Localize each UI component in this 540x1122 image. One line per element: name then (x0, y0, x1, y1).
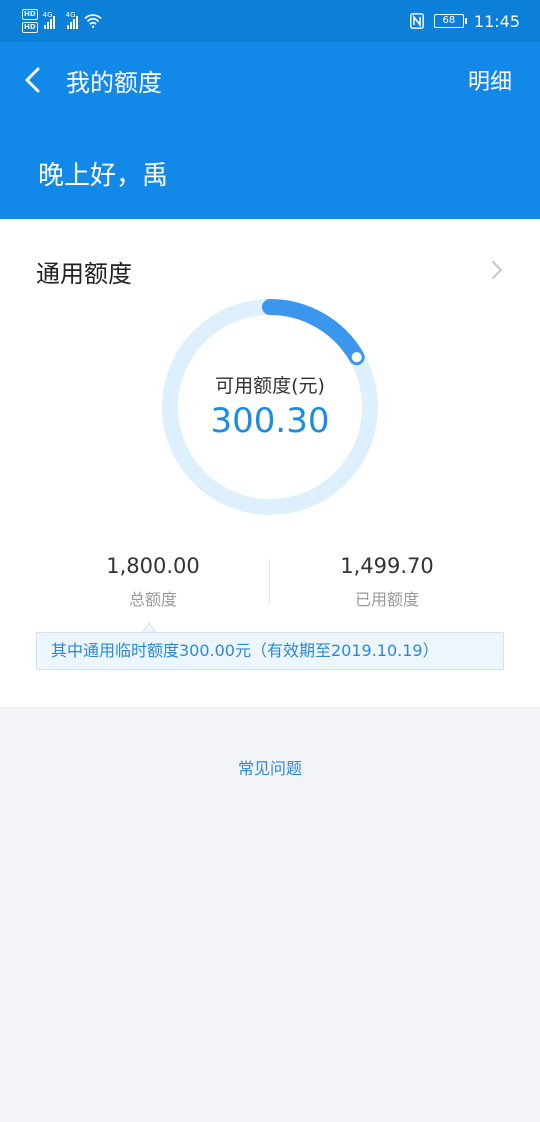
status-left: HD HD 4G 4G (22, 9, 102, 33)
card-title: 通用额度 (36, 260, 132, 288)
wifi-icon (84, 14, 102, 28)
ring-progress-arc (262, 299, 365, 366)
divider (269, 559, 270, 603)
network-type: 4G (42, 11, 53, 19)
quota-card: 通用额度 可用额度(元) 300.30 1,800.00 总额度 1,499.7… (0, 219, 540, 707)
status-right: 68 11:45 (409, 11, 520, 31)
used-quota-label: 已用额度 (354, 590, 419, 609)
ring-progress-dot (351, 352, 362, 363)
chevron-right-icon[interactable] (490, 259, 504, 281)
total-quota-value: 1,800.00 (106, 554, 200, 578)
back-arrow-icon[interactable] (22, 66, 44, 94)
header: 我的额度 明细 晚上好，禹 (0, 42, 540, 219)
available-quota-value: 300.30 (210, 401, 330, 441)
nfc-icon (409, 13, 424, 29)
used-quota-value: 1,499.70 (340, 554, 434, 578)
detail-button[interactable]: 明细 (468, 64, 512, 96)
hd-badge: HD (22, 22, 38, 33)
available-quota-label: 可用额度(元) (215, 375, 325, 397)
temporary-quota-notice: 其中通用临时额度300.00元（有效期至2019.10.19） (36, 632, 504, 670)
signal-icon: 4G (65, 11, 78, 29)
greeting-text: 晚上好，禹 (38, 161, 169, 191)
nav-bar: 我的额度 明细 (0, 42, 540, 118)
status-bar: HD HD 4G 4G 68 11:45 (0, 0, 540, 42)
faq-link[interactable]: 常见问题 (0, 755, 540, 779)
signal-icon: 4G (42, 11, 55, 29)
network-type: 4G (65, 11, 76, 19)
hd-badge: HD (22, 9, 38, 20)
total-quota: 1,800.00 总额度 (53, 554, 253, 610)
total-quota-label: 总额度 (128, 590, 177, 609)
battery-icon: 68 (433, 14, 467, 28)
clock: 11:45 (473, 11, 520, 31)
page-title: 我的额度 (66, 69, 162, 97)
used-quota: 1,499.70 已用额度 (287, 554, 487, 610)
hd-indicators: HD HD (22, 9, 38, 33)
